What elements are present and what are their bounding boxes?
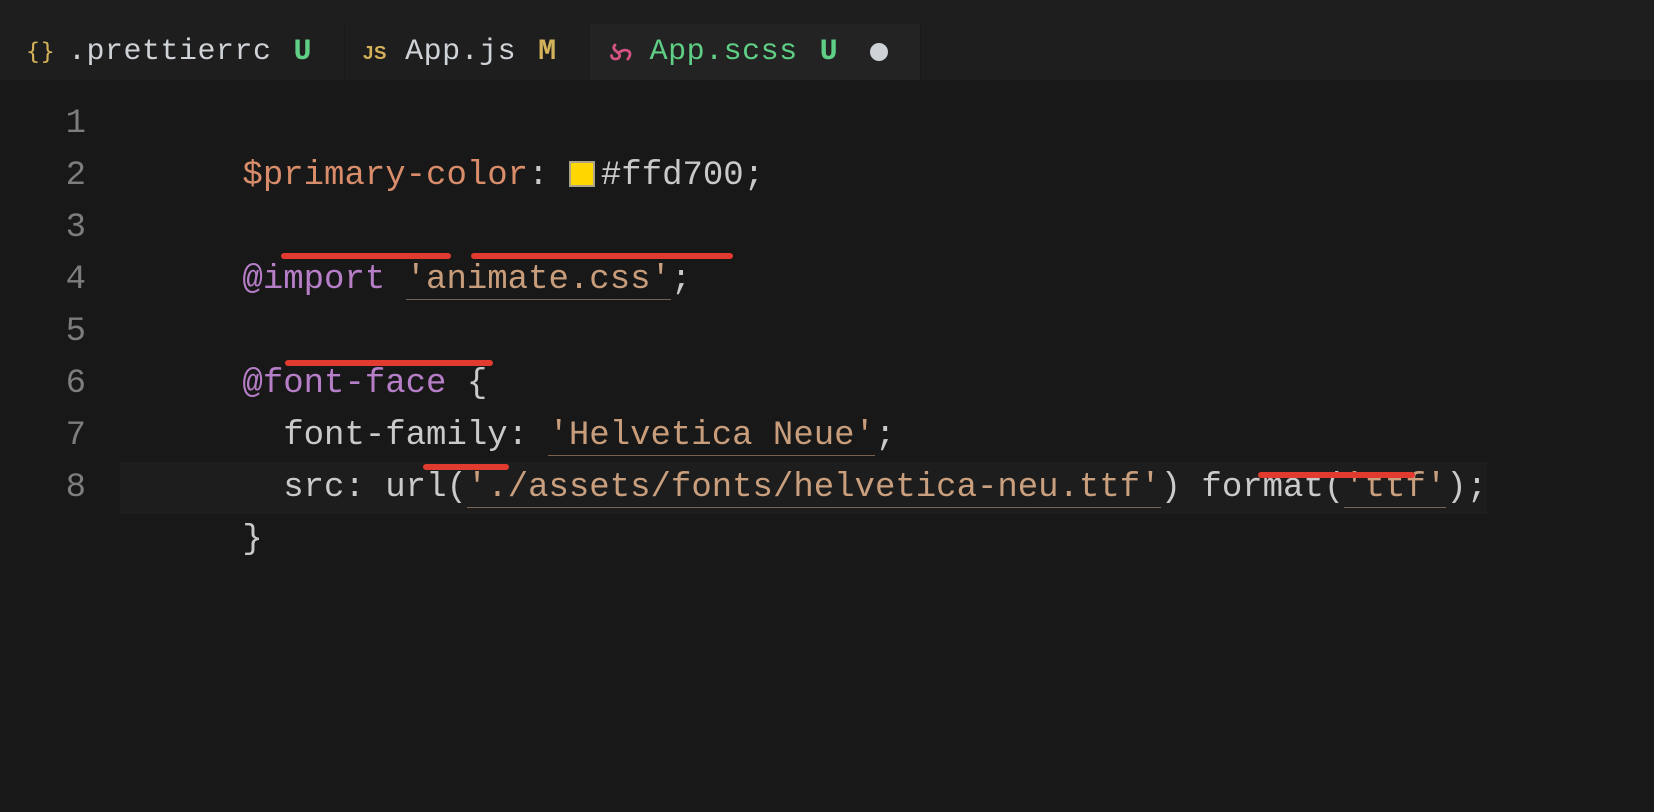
tab-prettierrc[interactable]: {} .prettierrc U (8, 24, 345, 80)
code-line[interactable]: @import 'animate.css'; (120, 202, 1487, 254)
tab-git-status: M (538, 35, 557, 69)
tab-filename: .prettierrc (68, 35, 272, 69)
code-line[interactable]: src: url('./assets/fonts/helvetica-neu.t… (120, 410, 1487, 462)
code-line[interactable]: } (120, 462, 1487, 514)
code-area[interactable]: $primary-color: #ffd700; @import 'animat… (120, 98, 1487, 812)
line-number: 7 (0, 410, 86, 462)
tab-app-js[interactable]: JS App.js M (345, 24, 590, 80)
code-line[interactable]: font-family: 'Helvetica Neue'; (120, 358, 1487, 410)
line-number: 6 (0, 358, 86, 410)
tab-bar: {} .prettierrc U JS App.js M App.scss U (0, 0, 1654, 80)
line-number: 5 (0, 306, 86, 358)
line-number: 1 (0, 98, 86, 150)
code-editor[interactable]: 1 2 3 4 5 6 7 8 $primary-color: #ffd700;… (0, 80, 1654, 812)
code-line[interactable]: @font-face { (120, 306, 1487, 358)
sass-icon (608, 38, 636, 66)
js-icon: JS (363, 38, 391, 66)
line-number: 8 (0, 462, 86, 514)
svg-text:JS: JS (363, 42, 387, 63)
line-number: 3 (0, 202, 86, 254)
code-line[interactable] (120, 150, 1487, 202)
line-number-gutter: 1 2 3 4 5 6 7 8 (0, 98, 120, 812)
svg-text:{}: {} (26, 38, 54, 65)
code-line[interactable]: $primary-color: #ffd700; (120, 98, 1487, 150)
brace-token: } (242, 521, 262, 559)
code-line[interactable] (120, 254, 1487, 306)
line-number: 4 (0, 254, 86, 306)
tab-git-status: U (294, 35, 313, 69)
tab-git-status: U (820, 35, 839, 69)
tab-filename: App.scss (650, 35, 798, 69)
unsaved-dot-icon (870, 43, 888, 61)
tab-filename: App.js (405, 35, 516, 69)
line-number: 2 (0, 150, 86, 202)
braces-icon: {} (26, 38, 54, 66)
tab-app-scss[interactable]: App.scss U (590, 24, 922, 80)
